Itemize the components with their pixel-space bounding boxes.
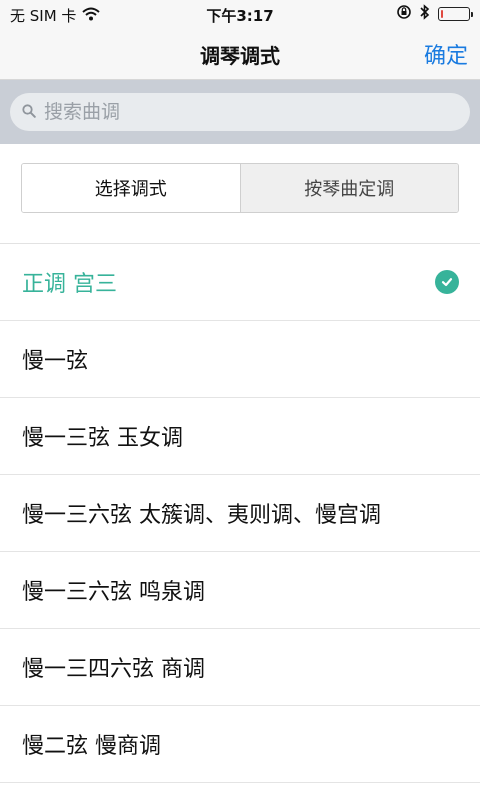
confirm-button[interactable]: 确定 — [424, 38, 468, 70]
checkmark-icon — [435, 270, 459, 294]
nav-bar: 调琴调式 确定 — [0, 28, 480, 80]
list-item-label: 慢一三六弦 鸣泉调 — [22, 580, 205, 605]
page-title: 调琴调式 — [200, 44, 280, 68]
list-item-label: 慢一三四六弦 商调 — [22, 657, 205, 682]
list-item[interactable]: 正调 宫三 — [0, 244, 480, 321]
orientation-lock-icon — [396, 4, 412, 24]
battery-level — [441, 10, 443, 18]
list-item[interactable]: 慢一三六弦 太簇调、夷则调、慢宫调 — [0, 475, 480, 552]
search-icon — [22, 103, 36, 122]
segment-by-piece[interactable]: 按琴曲定调 — [239, 164, 458, 212]
list-item-label: 慢一三六弦 太簇调、夷则调、慢宫调 — [22, 503, 381, 528]
mode-segmented-control: 选择调式 按琴曲定调 — [21, 163, 459, 213]
list-item[interactable]: 慢一三四六弦 商调 — [0, 629, 480, 706]
list-item[interactable]: 慢一三六弦 鸣泉调 — [0, 552, 480, 629]
list-item-label: 正调 宫三 — [22, 272, 117, 297]
search-box[interactable] — [10, 93, 470, 131]
list-item-label: 慢二弦 慢商调 — [22, 734, 161, 759]
segment-area: 选择调式 按琴曲定调 — [0, 144, 480, 244]
list-item-label: 慢一三弦 玉女调 — [22, 426, 183, 451]
status-bar: 无 SIM 卡 下午3:17 — [0, 0, 480, 28]
list-item[interactable]: 慢一三弦 玉女调 — [0, 398, 480, 475]
list-item-label: 慢一弦 — [22, 349, 89, 374]
search-bar — [0, 80, 480, 144]
list-item[interactable]: 慢一弦 — [0, 321, 480, 398]
bluetooth-icon — [420, 4, 430, 24]
status-right — [396, 4, 473, 24]
segment-select-mode[interactable]: 选择调式 — [22, 164, 240, 212]
tuning-list: 正调 宫三 慢一弦 慢一三弦 玉女调 慢一三六弦 太簇调、夷则调、慢宫调 慢一三… — [0, 244, 480, 783]
search-input[interactable] — [42, 100, 446, 124]
list-item[interactable]: 慢二弦 慢商调 — [0, 706, 480, 783]
battery-icon — [438, 7, 473, 21]
